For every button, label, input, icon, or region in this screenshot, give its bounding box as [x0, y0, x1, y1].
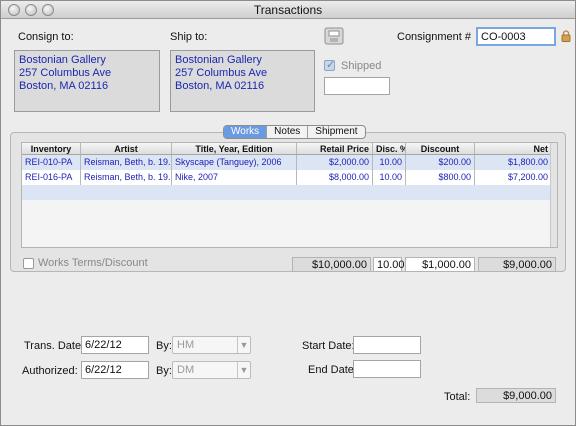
- tab-bar: Works Notes Shipment: [223, 125, 366, 139]
- cell-artist: Reisman, Beth, b. 19...: [81, 170, 172, 185]
- title-bar: Transactions: [1, 1, 575, 19]
- cell-discount: $800.00: [406, 170, 475, 185]
- table-header: Inventory Artist Title, Year, Edition Re…: [22, 143, 557, 155]
- cell-inventory: REI-010-PA: [22, 155, 81, 170]
- start-date-field[interactable]: [353, 336, 421, 354]
- tab-shipment[interactable]: Shipment: [308, 126, 364, 138]
- cell-discount: $200.00: [406, 155, 475, 170]
- cell-disc-percent: 10.00: [373, 155, 406, 170]
- table-row[interactable]: REI-010-PA Reisman, Beth, b. 19... Skysc…: [22, 155, 557, 170]
- trans-by-combo[interactable]: HM ▼: [172, 336, 251, 354]
- lock-icon: [561, 30, 571, 42]
- column-header-artist[interactable]: Artist: [81, 143, 172, 154]
- shipped-checkbox[interactable]: [324, 58, 335, 71]
- trans-by-value: HM: [177, 339, 195, 351]
- total-label: Total:: [444, 391, 471, 403]
- consignment-number-field[interactable]: CO-0003: [476, 27, 556, 46]
- retail-total-field: $10,000.00: [292, 257, 371, 272]
- ship-to-label: Ship to:: [170, 31, 208, 43]
- window-title: Transactions: [253, 3, 323, 17]
- table-scrollbar[interactable]: [550, 143, 557, 247]
- cell-net: $7,200.00: [475, 170, 552, 185]
- end-date-label: End Date:: [308, 364, 357, 376]
- cell-disc-percent: 10.00: [373, 170, 406, 185]
- table-row-empty[interactable]: [22, 185, 557, 200]
- works-terms-label: Works Terms/Discount: [38, 257, 148, 269]
- authorized-by-value: DM: [177, 364, 195, 376]
- ship-to-address[interactable]: Bostonian Gallery 257 Columbus Ave Bosto…: [170, 50, 315, 112]
- tab-works[interactable]: Works: [224, 126, 268, 138]
- chevron-down-icon[interactable]: ▼: [237, 362, 250, 378]
- cell-retail-price: $2,000.00: [297, 155, 373, 170]
- column-header-title[interactable]: Title, Year, Edition: [172, 143, 297, 154]
- column-header-inventory[interactable]: Inventory: [22, 143, 81, 154]
- cell-inventory: REI-016-PA: [22, 170, 81, 185]
- close-window-button[interactable]: [8, 4, 20, 16]
- trans-by-label: By:: [156, 340, 172, 352]
- column-header-retail-price[interactable]: Retail Price: [297, 143, 373, 154]
- shipped-label: Shipped: [341, 60, 382, 72]
- column-header-discount[interactable]: Discount: [406, 143, 475, 154]
- tab-notes[interactable]: Notes: [267, 126, 309, 138]
- consign-to-label: Consign to:: [18, 31, 74, 43]
- column-header-disc-percent[interactable]: Disc. %: [373, 143, 406, 154]
- authorized-date-field[interactable]: 6/22/12: [81, 361, 149, 379]
- works-table: Inventory Artist Title, Year, Edition Re…: [21, 142, 558, 248]
- save-icon[interactable]: [324, 27, 344, 45]
- disc-total-field[interactable]: 10.00: [373, 257, 405, 272]
- trans-date-label: Trans. Date:: [24, 340, 85, 352]
- minimize-window-button[interactable]: [25, 4, 37, 16]
- cell-retail-price: $8,000.00: [297, 170, 373, 185]
- cell-title: Skyscape (Tanguey), 2006: [172, 155, 297, 170]
- trans-date-field[interactable]: 6/22/12: [81, 336, 149, 354]
- total-field: $9,000.00: [476, 388, 556, 403]
- net-total-field: $9,000.00: [478, 257, 556, 272]
- discount-total-field[interactable]: $1,000.00: [405, 257, 475, 272]
- zoom-window-button[interactable]: [42, 4, 54, 16]
- column-header-net[interactable]: Net: [475, 143, 552, 154]
- start-date-label: Start Date:: [302, 340, 355, 352]
- authorized-label: Authorized:: [22, 365, 78, 377]
- consign-to-address[interactable]: Bostonian Gallery 257 Columbus Ave Bosto…: [14, 50, 160, 112]
- authorized-by-label: By:: [156, 365, 172, 377]
- consignment-number-label: Consignment #: [397, 31, 471, 43]
- table-row[interactable]: REI-016-PA Reisman, Beth, b. 19... Nike,…: [22, 170, 557, 185]
- works-terms-checkbox[interactable]: [23, 258, 34, 269]
- authorized-by-combo[interactable]: DM ▼: [172, 361, 251, 379]
- cell-title: Nike, 2007: [172, 170, 297, 185]
- transactions-window: Transactions Consign to: Bostonian Galle…: [0, 0, 576, 426]
- cell-artist: Reisman, Beth, b. 19...: [81, 155, 172, 170]
- ship-date-field[interactable]: [324, 77, 390, 95]
- end-date-field[interactable]: [353, 360, 421, 378]
- chevron-down-icon[interactable]: ▼: [237, 337, 250, 353]
- cell-net: $1,800.00: [475, 155, 552, 170]
